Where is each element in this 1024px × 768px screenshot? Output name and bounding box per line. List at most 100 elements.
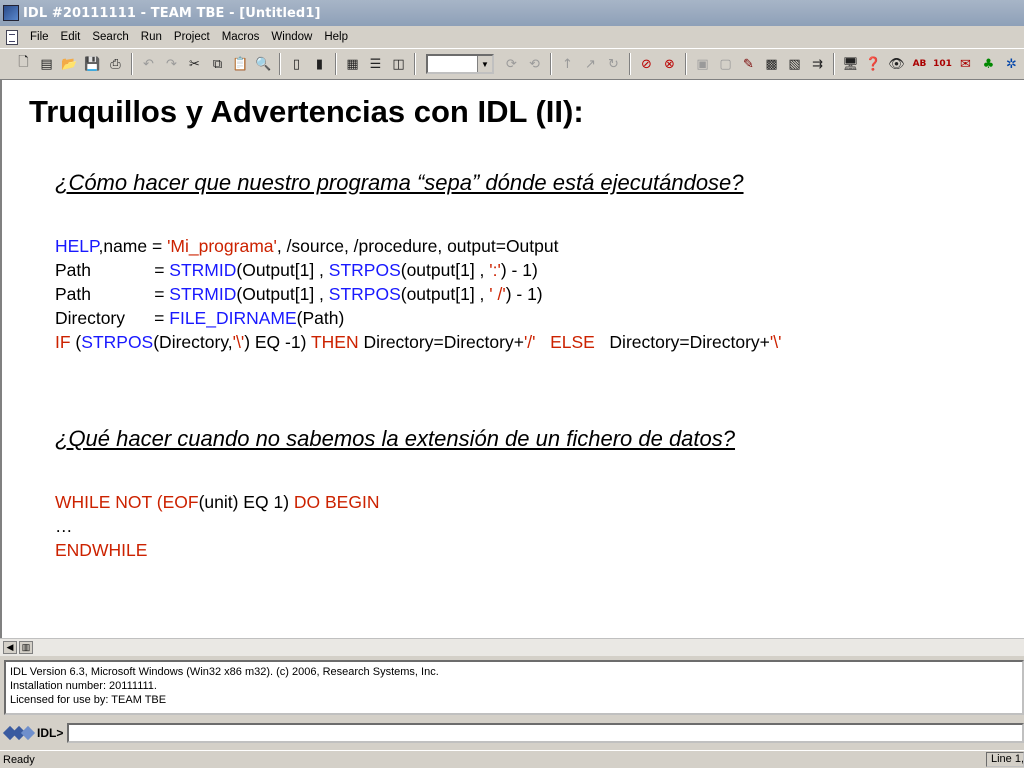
routine-select[interactable]: ▼ bbox=[426, 54, 494, 74]
output-line: Licensed for use by: TEAM TBE bbox=[10, 694, 167, 706]
status-bar: Ready Line 1, Col 1 bbox=[0, 750, 1024, 768]
code-token: Path = bbox=[55, 284, 170, 304]
code-token: ' /' bbox=[489, 284, 506, 304]
code-line-while: WHILE NOT (EOF(unit) EQ 1) DO BEGIN bbox=[55, 490, 379, 514]
tree-icon[interactable]: ♣ bbox=[979, 55, 998, 74]
undo-icon[interactable]: ↶ bbox=[139, 55, 158, 74]
code-line-ellipsis: … bbox=[55, 516, 73, 536]
page-title: Truquillos y Advertencias con IDL (II): bbox=[29, 94, 584, 129]
output-log[interactable]: IDL Version 6.3, Microsoft Windows (Win3… bbox=[4, 660, 1024, 715]
stop-icon[interactable]: ▣ bbox=[693, 55, 712, 74]
menu-project[interactable]: Project bbox=[168, 31, 216, 43]
find-icon[interactable]: 🔍 bbox=[254, 55, 273, 74]
pdf-icon[interactable]: ✉ bbox=[956, 55, 975, 74]
view-icon[interactable]: 👁 bbox=[887, 55, 906, 74]
code-token: (Directory, bbox=[153, 332, 233, 352]
code-line-path-2: Path = STRMID(Output[1] , STRPOS(output[… bbox=[55, 282, 543, 306]
compile-icon[interactable]: ▯ bbox=[287, 55, 306, 74]
toolbar-separator bbox=[629, 53, 631, 75]
menu-edit[interactable]: Edit bbox=[55, 31, 87, 43]
run-file-icon[interactable]: ▮ bbox=[310, 55, 329, 74]
step-out-icon[interactable]: ↑ bbox=[558, 55, 577, 74]
code-token: ( bbox=[70, 332, 82, 352]
document-icon[interactable] bbox=[6, 29, 18, 45]
code-token: STRPOS bbox=[328, 260, 401, 280]
scroll-thumb[interactable]: ▥ bbox=[19, 641, 33, 654]
menu-window[interactable]: Window bbox=[265, 31, 318, 43]
redo-icon[interactable]: ↷ bbox=[162, 55, 181, 74]
command-prompt: IDL> bbox=[37, 726, 64, 740]
horizontal-scrollbar[interactable]: ◀ ▥ bbox=[0, 638, 1024, 656]
toolbar-separator bbox=[131, 53, 133, 75]
print-icon[interactable]: ⎙ bbox=[106, 55, 125, 74]
idl-app-icon[interactable] bbox=[3, 5, 19, 21]
widget-icon[interactable]: ✲ bbox=[1002, 55, 1021, 74]
monitor-icon[interactable]: 🖥 bbox=[841, 55, 860, 74]
help-icon[interactable]: ❓ bbox=[864, 55, 883, 74]
code-token: ':' bbox=[489, 260, 501, 280]
title-bar[interactable]: IDL #20111111 - TEAM TBE - [Untitled1] bbox=[0, 0, 1024, 26]
output-line: Installation number: 20111111. bbox=[10, 680, 157, 692]
pause-icon[interactable]: ▢ bbox=[716, 55, 735, 74]
panel-alt-icon[interactable]: ▧ bbox=[785, 55, 804, 74]
code-token: (unit) EQ 1) bbox=[198, 492, 294, 512]
code-token: '\' bbox=[769, 332, 782, 352]
code-token: DO BEGIN bbox=[293, 492, 380, 512]
code-token: STRPOS bbox=[328, 284, 401, 304]
ab-123-icon[interactable]: AB bbox=[910, 55, 929, 74]
toolbar-separator bbox=[685, 53, 687, 75]
command-input[interactable] bbox=[67, 723, 1024, 743]
code-token: '/' bbox=[523, 332, 536, 352]
code-token: Path = bbox=[55, 260, 170, 280]
chevron-down-icon[interactable]: ▼ bbox=[477, 56, 492, 72]
new-file-icon[interactable]: 🗋 bbox=[14, 55, 33, 74]
idl-prompt-icon bbox=[2, 725, 36, 741]
scroll-left-icon[interactable]: ◀ bbox=[3, 641, 17, 654]
new-file-alt-icon[interactable]: ▤ bbox=[37, 55, 56, 74]
step-into-icon[interactable]: ⟳ bbox=[502, 55, 521, 74]
menu-macros[interactable]: Macros bbox=[216, 31, 266, 43]
code-token: WHILE NOT (EOF bbox=[55, 492, 199, 512]
code-line-directory: Directory = FILE_DIRNAME(Path) bbox=[55, 306, 344, 330]
open-folder-icon[interactable]: 📂 bbox=[60, 55, 79, 74]
run-to-cursor-icon[interactable]: ↗ bbox=[581, 55, 600, 74]
code-token: (output[1] , bbox=[400, 260, 490, 280]
step-over-icon[interactable]: ⟲ bbox=[525, 55, 544, 74]
paste-icon[interactable]: 📋 bbox=[231, 55, 250, 74]
code-token: , /source, /procedure, output=Output bbox=[276, 236, 559, 256]
question-heading-1: ¿Cómo hacer que nuestro programa “sepa” … bbox=[55, 170, 744, 195]
variables-icon[interactable]: 101 bbox=[933, 55, 952, 74]
editor-pane[interactable]: Truquillos y Advertencias con IDL (II): … bbox=[0, 80, 1024, 638]
highlight-icon[interactable]: ✎ bbox=[739, 55, 758, 74]
reset-icon[interactable]: ↻ bbox=[604, 55, 623, 74]
code-token: '\' bbox=[232, 332, 245, 352]
code-line-help: HELP,name = 'Mi_programa', /source, /pro… bbox=[55, 234, 558, 258]
save-icon[interactable]: 💾 bbox=[83, 55, 102, 74]
toolbar: 🗋 ▤ 📂 💾 ⎙ ↶ ↷ ✂ ⧉ 📋 🔍 ▯ ▮ ▦ ☰ ◫ ▼ ⟳ ⟲ ↑ … bbox=[0, 48, 1024, 80]
menu-help[interactable]: Help bbox=[318, 31, 354, 43]
code-line-endwhile: ENDWHILE bbox=[55, 540, 148, 560]
command-line: IDL> bbox=[0, 719, 1024, 747]
code-token: 'Mi_programa' bbox=[167, 236, 277, 256]
cut-icon[interactable]: ✂ bbox=[185, 55, 204, 74]
clear-breakpoint-icon[interactable]: ⊗ bbox=[660, 55, 679, 74]
menu-file[interactable]: File bbox=[24, 31, 55, 43]
cursor-position: Line 1, Col 1 bbox=[986, 752, 1024, 767]
toolbar-separator bbox=[833, 53, 835, 75]
breakpoint-icon[interactable]: ⊘ bbox=[637, 55, 656, 74]
toolbar-separator bbox=[279, 53, 281, 75]
cascade-icon[interactable]: ▦ bbox=[343, 55, 362, 74]
copy-icon[interactable]: ⧉ bbox=[208, 55, 227, 74]
code-token: Directory=Directory+ bbox=[358, 332, 524, 352]
window-title: IDL #20111111 - TEAM TBE - [Untitled1] bbox=[23, 5, 321, 21]
code-token: (Output[1] , bbox=[236, 260, 329, 280]
code-token: Directory = bbox=[55, 308, 170, 328]
menu-run[interactable]: Run bbox=[135, 31, 168, 43]
menu-search[interactable]: Search bbox=[86, 31, 134, 43]
code-line-path-1: Path = STRMID(Output[1] , STRPOS(output[… bbox=[55, 258, 538, 282]
panel-icon[interactable]: ▩ bbox=[762, 55, 781, 74]
code-token: ) - 1) bbox=[505, 284, 543, 304]
output-icon[interactable]: ⇉ bbox=[808, 55, 827, 74]
tile-vertical-icon[interactable]: ◫ bbox=[389, 55, 408, 74]
tile-horizontal-icon[interactable]: ☰ bbox=[366, 55, 385, 74]
